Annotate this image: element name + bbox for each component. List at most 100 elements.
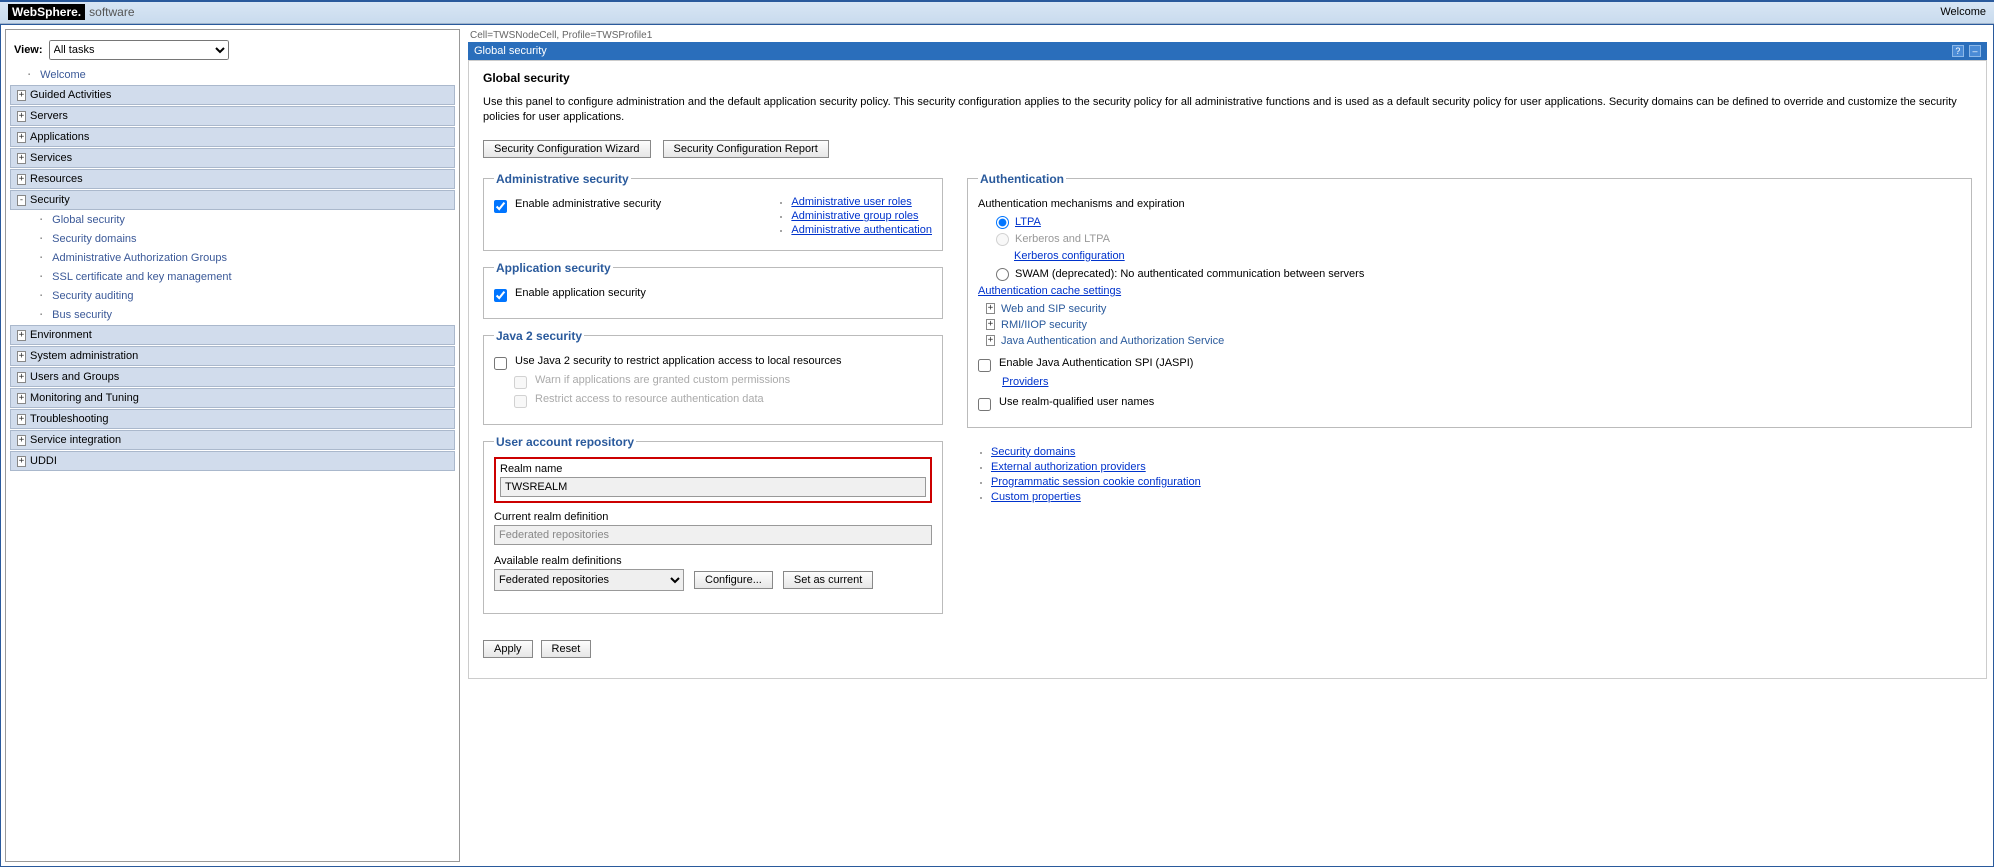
plus-icon[interactable]: + bbox=[17, 90, 26, 101]
plus-icon[interactable]: + bbox=[17, 174, 26, 185]
nav-users-and-groups[interactable]: + Users and Groups bbox=[10, 367, 455, 387]
admin-group-roles-link[interactable]: Administrative group roles bbox=[791, 210, 918, 222]
current-realm-input bbox=[494, 525, 932, 545]
custom-properties-link[interactable]: Custom properties bbox=[991, 491, 1081, 503]
ltpa-link[interactable]: LTPA bbox=[1015, 216, 1041, 228]
ltpa-radio[interactable] bbox=[996, 216, 1009, 229]
cell-info: Cell=TWSNodeCell, Profile=TWSProfile1 bbox=[468, 29, 1987, 42]
realm-name-input[interactable] bbox=[500, 477, 926, 497]
apply-button[interactable]: Apply bbox=[483, 640, 533, 658]
current-realm-label: Current realm definition bbox=[494, 511, 932, 523]
java2-security-legend: Java 2 security bbox=[494, 329, 584, 343]
swam-radio[interactable] bbox=[996, 268, 1009, 281]
plus-icon[interactable]: + bbox=[986, 303, 995, 314]
security-wizard-button[interactable]: Security Configuration Wizard bbox=[483, 140, 651, 158]
welcome-text: Welcome bbox=[1940, 6, 1986, 18]
swam-label: SWAM (deprecated): No authenticated comm… bbox=[1015, 268, 1364, 280]
nav-guided-activities[interactable]: + Guided Activities bbox=[10, 85, 455, 105]
view-selector-row: View: All tasks bbox=[10, 34, 455, 66]
plus-icon[interactable]: + bbox=[17, 393, 26, 404]
nav-environment[interactable]: +Environment bbox=[10, 325, 455, 345]
nav-monitoring-and-tuning[interactable]: + Monitoring and Tuning bbox=[10, 388, 455, 408]
external-auth-providers-link[interactable]: External authorization providers bbox=[991, 461, 1146, 473]
restrict-access-label: Restrict access to resource authenticati… bbox=[535, 393, 764, 405]
nav-security[interactable]: -Security bbox=[10, 190, 455, 210]
nav-label: Services bbox=[30, 152, 72, 164]
auth-cache-settings-link[interactable]: Authentication cache settings bbox=[978, 285, 1121, 297]
enable-app-security-label: Enable application security bbox=[515, 287, 646, 299]
set-as-current-button[interactable]: Set as current bbox=[783, 571, 873, 589]
nav-label: Guided Activities bbox=[30, 89, 111, 101]
view-select[interactable]: All tasks bbox=[49, 40, 229, 60]
java2-security-section: Java 2 security Use Java 2 security to r… bbox=[483, 329, 943, 425]
kerberos-config-link[interactable]: Kerberos configuration bbox=[1014, 250, 1125, 262]
plus-icon[interactable]: + bbox=[17, 456, 26, 467]
nav-global-security[interactable]: Global security bbox=[10, 211, 455, 229]
security-report-button[interactable]: Security Configuration Report bbox=[663, 140, 829, 158]
extra-links: Security domains External authorization … bbox=[967, 446, 1972, 503]
plus-icon[interactable]: + bbox=[17, 330, 26, 341]
reset-button[interactable]: Reset bbox=[541, 640, 592, 658]
warn-permissions-checkbox bbox=[514, 376, 527, 389]
nav-label: Users and Groups bbox=[30, 371, 119, 383]
logo-text: WebSphere. bbox=[8, 4, 85, 20]
logo-suffix: software bbox=[89, 5, 134, 19]
enable-admin-security-checkbox[interactable] bbox=[494, 200, 507, 213]
user-account-repository-legend: User account repository bbox=[494, 435, 636, 449]
plus-icon[interactable]: + bbox=[17, 351, 26, 362]
nav-service-integration[interactable]: + Service integration bbox=[10, 430, 455, 450]
web-sip-security-link[interactable]: Web and SIP security bbox=[1001, 303, 1106, 315]
nav-security-domains[interactable]: Security domains bbox=[10, 230, 455, 248]
use-java2-label: Use Java 2 security to restrict applicat… bbox=[515, 355, 841, 367]
warn-permissions-label: Warn if applications are granted custom … bbox=[535, 374, 790, 386]
nav-administrative-authorization-groups[interactable]: Administrative Authorization Groups bbox=[10, 249, 455, 267]
plus-icon[interactable]: + bbox=[17, 111, 26, 122]
realm-qualified-checkbox[interactable] bbox=[978, 398, 991, 411]
plus-icon[interactable]: + bbox=[986, 319, 995, 330]
nav-welcome[interactable]: ▪Welcome bbox=[10, 66, 455, 84]
help-icon[interactable]: ? bbox=[1952, 45, 1964, 57]
minimize-icon[interactable]: – bbox=[1969, 45, 1981, 57]
security-domains-link[interactable]: Security domains bbox=[991, 446, 1075, 458]
nav-label: Servers bbox=[30, 110, 68, 122]
configure-button[interactable]: Configure... bbox=[694, 571, 773, 589]
providers-link[interactable]: Providers bbox=[1002, 376, 1048, 388]
plus-icon[interactable]: + bbox=[17, 132, 26, 143]
nav-label: Monitoring and Tuning bbox=[30, 392, 139, 404]
jaas-link[interactable]: Java Authentication and Authorization Se… bbox=[1001, 335, 1224, 347]
nav-services[interactable]: + Services bbox=[10, 148, 455, 168]
plus-icon[interactable]: + bbox=[17, 153, 26, 164]
nav-resources[interactable]: +Resources bbox=[10, 169, 455, 189]
admin-user-roles-link[interactable]: Administrative user roles bbox=[791, 196, 911, 208]
admin-authentication-link[interactable]: Administrative authentication bbox=[791, 224, 932, 236]
page-title: Global security bbox=[483, 71, 1972, 85]
administrative-security-legend: Administrative security bbox=[494, 172, 631, 186]
nav-uddi[interactable]: +UDDI bbox=[10, 451, 455, 471]
plus-icon[interactable]: + bbox=[17, 372, 26, 383]
rmi-iiop-security-link[interactable]: RMI/IIOP security bbox=[1001, 319, 1087, 331]
nav-applications[interactable]: + Applications bbox=[10, 127, 455, 147]
plus-icon[interactable]: + bbox=[986, 335, 995, 346]
application-security-section: Application security Enable application … bbox=[483, 261, 943, 319]
plus-icon[interactable]: + bbox=[17, 414, 26, 425]
user-account-repository-section: User account repository Realm name Curre… bbox=[483, 435, 943, 614]
nav-servers[interactable]: + Servers bbox=[10, 106, 455, 126]
nav-troubleshooting[interactable]: +Troubleshooting bbox=[10, 409, 455, 429]
nav-system-administration[interactable]: +System administration bbox=[10, 346, 455, 366]
nav-security-auditing[interactable]: Security auditing bbox=[10, 287, 455, 305]
realm-name-highlight: Realm name bbox=[494, 457, 932, 503]
nav-label: Service integration bbox=[30, 434, 121, 446]
realm-qualified-label: Use realm-qualified user names bbox=[999, 396, 1154, 408]
portlet-body: Global security Use this panel to config… bbox=[468, 60, 1987, 679]
nav-ssl-certificate-and-key-management[interactable]: SSL certificate and key management bbox=[10, 268, 455, 286]
nav-label: Applications bbox=[30, 131, 89, 143]
use-java2-checkbox[interactable] bbox=[494, 357, 507, 370]
plus-icon[interactable]: + bbox=[17, 435, 26, 446]
enable-jaspi-checkbox[interactable] bbox=[978, 359, 991, 372]
minus-icon[interactable]: - bbox=[17, 195, 26, 206]
content-area: Cell=TWSNodeCell, Profile=TWSProfile1 Gl… bbox=[462, 25, 1993, 866]
nav-bus-security[interactable]: Bus security bbox=[10, 306, 455, 324]
enable-app-security-checkbox[interactable] bbox=[494, 289, 507, 302]
available-realm-select[interactable]: Federated repositories bbox=[494, 569, 684, 591]
session-cookie-config-link[interactable]: Programmatic session cookie configuratio… bbox=[991, 476, 1201, 488]
